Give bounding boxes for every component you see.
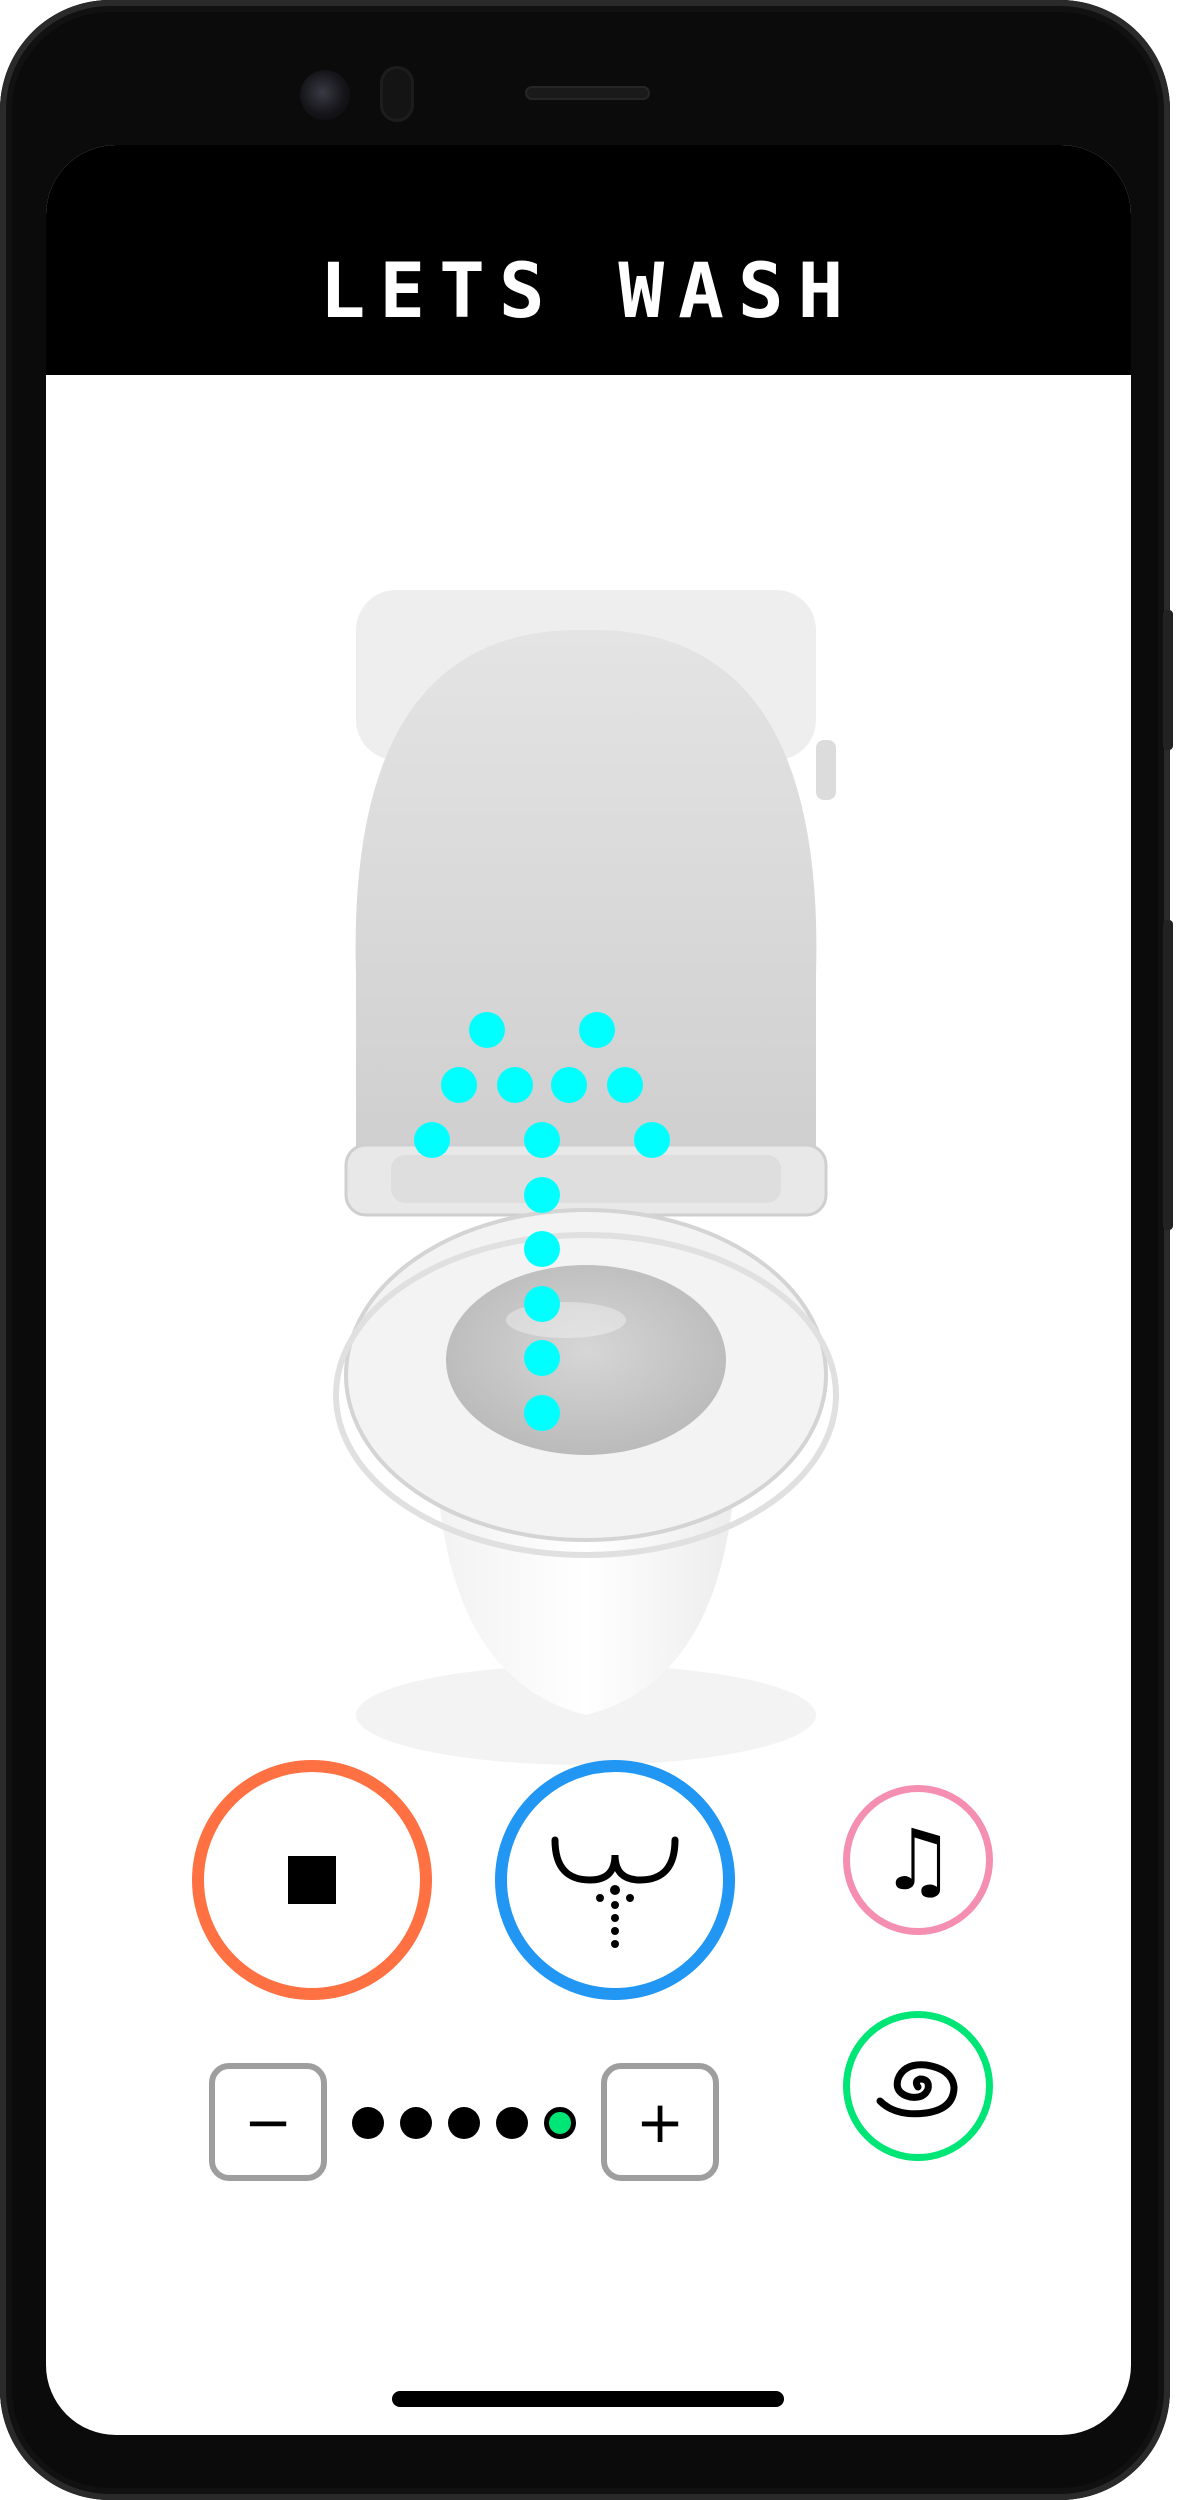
page-title: LETS WASH xyxy=(319,246,858,335)
phone-frame: LETS WASH ♫ − + xyxy=(0,0,1173,2500)
volume-button xyxy=(1163,920,1173,1230)
wash-button[interactable] xyxy=(495,1760,735,2000)
pressure-level-5 xyxy=(544,2107,576,2139)
stop-button[interactable] xyxy=(192,1760,432,2000)
bidet-spray-icon xyxy=(551,1836,679,1948)
home-indicator[interactable] xyxy=(392,2391,784,2407)
pressure-level-4 xyxy=(496,2107,528,2139)
minus-icon: − xyxy=(243,2088,293,2156)
pressure-level-3 xyxy=(448,2107,480,2139)
earpiece-speaker xyxy=(525,86,650,100)
power-button xyxy=(1163,610,1173,750)
pressure-increase-button[interactable]: + xyxy=(601,2063,719,2181)
music-button[interactable]: ♫ xyxy=(843,1785,993,1935)
sensor xyxy=(380,66,414,122)
music-note-icon: ♫ xyxy=(880,1811,956,1909)
app-header: LETS WASH xyxy=(46,145,1131,375)
pressure-level-2 xyxy=(400,2107,432,2139)
front-camera xyxy=(300,70,350,120)
swirl-air-icon xyxy=(876,2061,958,2118)
toilet-illustration xyxy=(333,590,839,1765)
plus-icon: + xyxy=(635,2088,685,2156)
pressure-decrease-button[interactable]: − xyxy=(209,2063,327,2181)
screen: LETS WASH ♫ − + xyxy=(46,145,1131,2435)
pressure-level-1 xyxy=(352,2107,384,2139)
stop-square-icon xyxy=(288,1856,336,1904)
dry-button[interactable] xyxy=(843,2011,993,2161)
